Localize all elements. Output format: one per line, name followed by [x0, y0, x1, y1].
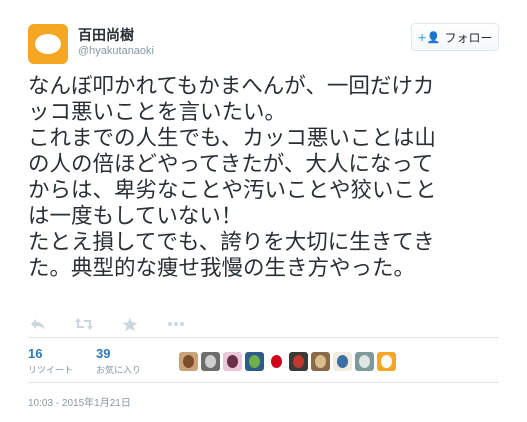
- retweet-label: リツイート: [28, 366, 74, 376]
- avatar-image-icon: [359, 355, 370, 368]
- favorite-stat[interactable]: 39 お気に入り: [96, 346, 141, 376]
- tweet-line: は一度もしていない！: [28, 204, 243, 229]
- favoriter-avatar-6[interactable]: [289, 352, 308, 371]
- divider: [28, 337, 499, 338]
- more-icon[interactable]: [166, 316, 186, 332]
- favoriter-avatar-5[interactable]: [267, 352, 286, 371]
- favoriter-avatar-10[interactable]: [377, 352, 396, 371]
- avatar-image-icon: [337, 355, 348, 368]
- favoriter-avatar-3[interactable]: [223, 352, 242, 371]
- avatar-image-icon: [381, 355, 392, 368]
- avatar-image-icon: [315, 355, 326, 368]
- favorite-count: 39: [96, 346, 111, 361]
- tweet-line: たとえ損してでも、誇りを大切に生きてき: [28, 230, 435, 255]
- tweet-line: これまでの人生でも、カッコ悪いことは山: [28, 126, 436, 151]
- favoriter-avatar-9[interactable]: [355, 352, 374, 371]
- avatar-image-icon: [271, 355, 282, 368]
- favorite-icon[interactable]: [120, 316, 140, 332]
- follow-button-label: フォロー: [444, 30, 493, 45]
- avatar-image-icon: [293, 355, 304, 368]
- add-user-icon: +👤: [417, 30, 441, 44]
- display-name[interactable]: 百田尚樹: [78, 25, 134, 45]
- tweet-actions: [28, 316, 186, 332]
- tweet-timestamp[interactable]: 10:03 - 2015年1月21日: [28, 394, 131, 409]
- favoriter-avatar-4[interactable]: [245, 352, 264, 371]
- favoriter-avatar-2[interactable]: [201, 352, 220, 371]
- tweet-line: からは、卑劣なことや汚いことや狡いこと: [28, 178, 437, 203]
- tweet-line: ッコ悪いことを言いたい。: [28, 100, 287, 125]
- favorite-label: お気に入り: [96, 366, 142, 376]
- user-avatar[interactable]: [28, 24, 68, 64]
- favoriter-avatar-7[interactable]: [311, 352, 330, 371]
- tweet-line: の人の倍ほどやってきたが、大人になって: [28, 152, 434, 177]
- retweet-count: 16: [28, 346, 43, 361]
- avatar-image-icon: [249, 355, 260, 368]
- favoriter-avatar-8[interactable]: [333, 352, 352, 371]
- avatar-image-icon: [183, 355, 194, 368]
- favoriter-avatars: [179, 352, 396, 371]
- favoriter-avatar-1[interactable]: [179, 352, 198, 371]
- tweet-line: た。典型的な痩せ我慢の生き方やった。: [28, 256, 416, 281]
- screen-name[interactable]: @hyakutanaoki: [78, 45, 154, 57]
- reply-icon[interactable]: [28, 316, 48, 332]
- avatar-image-icon: [205, 355, 216, 368]
- retweet-icon[interactable]: [74, 316, 94, 332]
- avatar-image-icon: [227, 355, 238, 368]
- tweet-text: なんぼ叩かれてもかまへんが、一回だけカ ッコ悪いことを言いたい。 これまでの人生…: [28, 74, 508, 282]
- follow-button[interactable]: +👤 フォロー: [411, 23, 499, 51]
- divider: [28, 382, 499, 383]
- tweet-line: なんぼ叩かれてもかまへんが、一回だけカ: [28, 74, 435, 99]
- retweet-stat[interactable]: 16 リツイート: [28, 346, 73, 376]
- egg-avatar-icon: [35, 34, 61, 54]
